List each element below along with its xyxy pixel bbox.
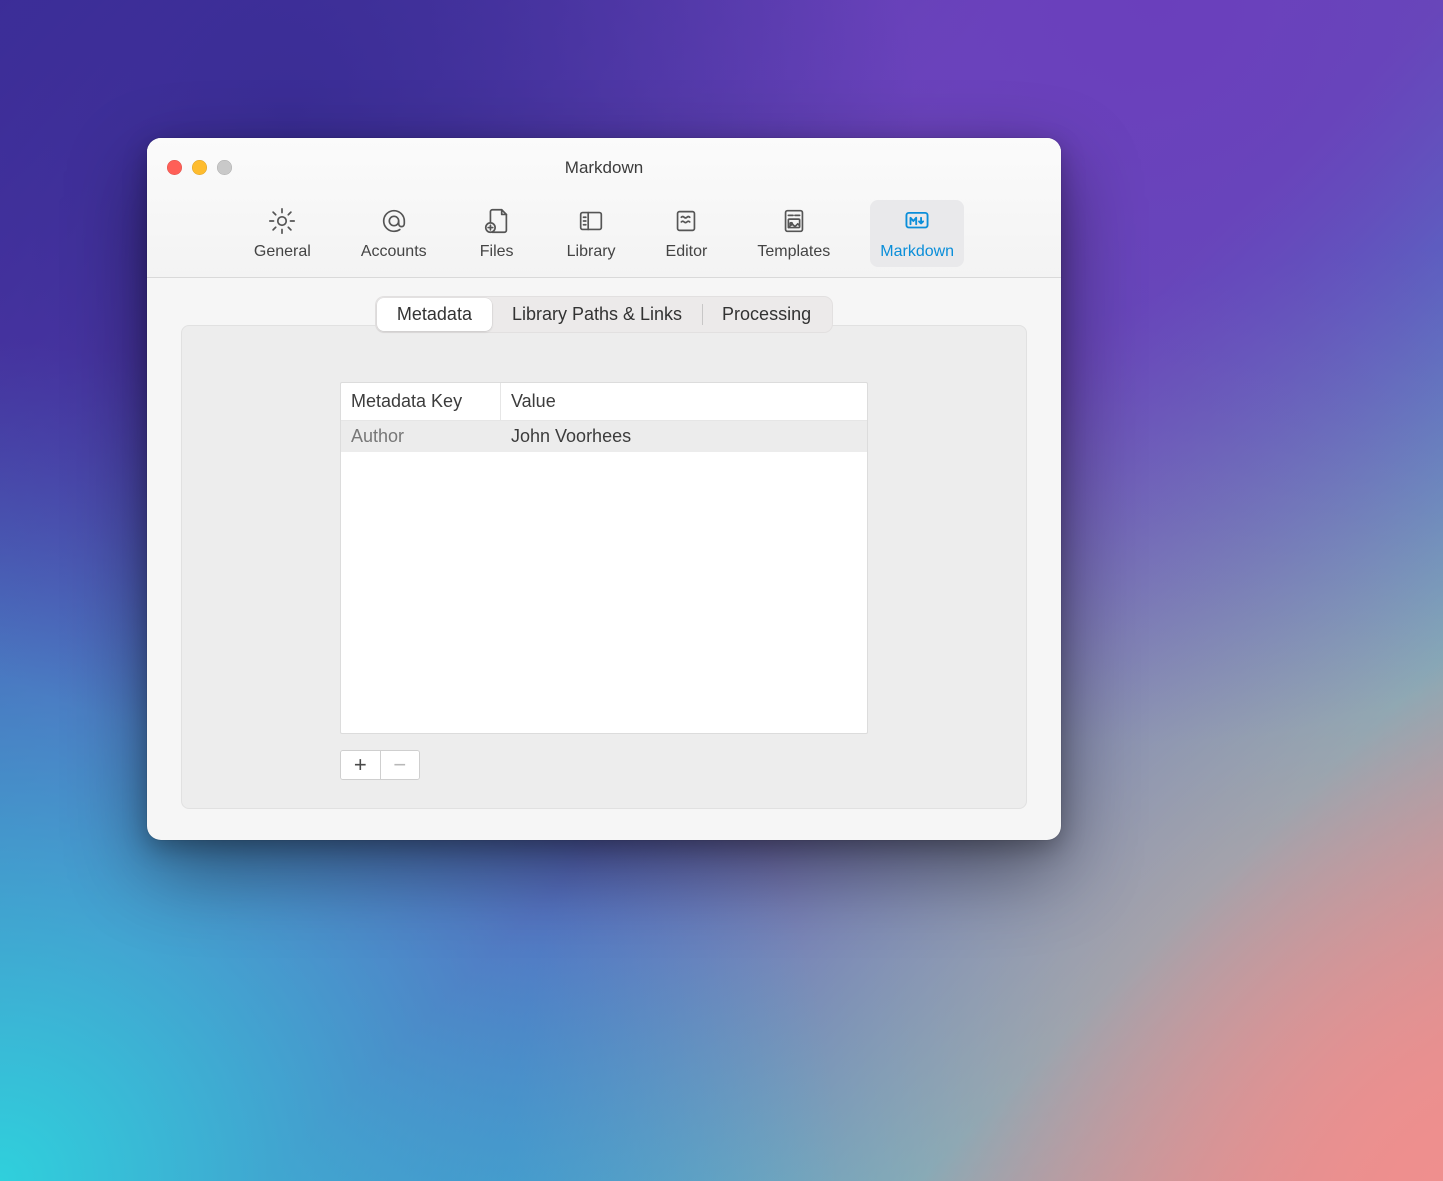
toolbar-tab-templates[interactable]: Templates bbox=[747, 200, 840, 267]
toolbar-tab-files[interactable]: Files bbox=[467, 200, 527, 267]
preferences-window: Markdown General Accounts bbox=[147, 138, 1061, 840]
gear-icon bbox=[267, 206, 297, 236]
remove-row-button[interactable]: − bbox=[380, 751, 420, 779]
column-header-value[interactable]: Value bbox=[501, 383, 867, 420]
toolbar-tab-editor[interactable]: Editor bbox=[656, 200, 718, 267]
toolbar-tab-label: General bbox=[254, 243, 311, 261]
titlebar: Markdown General Accounts bbox=[147, 138, 1061, 278]
desktop-background: Markdown General Accounts bbox=[0, 0, 1443, 1181]
add-row-button[interactable]: + bbox=[341, 751, 380, 779]
file-plus-icon bbox=[482, 206, 512, 236]
table-empty-area[interactable] bbox=[341, 452, 867, 733]
metadata-panel: Metadata Key Value Author John Voorhees … bbox=[181, 325, 1027, 809]
sidebar-icon bbox=[576, 206, 606, 236]
template-icon bbox=[779, 206, 809, 236]
toolbar-tab-label: Library bbox=[567, 243, 616, 261]
subtab-label: Processing bbox=[722, 304, 811, 324]
subtab-label: Metadata bbox=[397, 304, 472, 324]
metadata-table[interactable]: Metadata Key Value Author John Voorhees bbox=[340, 382, 868, 734]
toolbar-tab-accounts[interactable]: Accounts bbox=[351, 200, 437, 267]
subtab-metadata[interactable]: Metadata bbox=[377, 298, 492, 331]
row-button-group: + − bbox=[340, 750, 420, 780]
toolbar-tab-library[interactable]: Library bbox=[557, 200, 626, 267]
subtab-label: Library Paths & Links bbox=[512, 304, 682, 324]
content-area: Metadata Library Paths & Links Processin… bbox=[147, 278, 1061, 840]
subtab-segmented-control: Metadata Library Paths & Links Processin… bbox=[375, 296, 833, 333]
table-header: Metadata Key Value bbox=[341, 383, 867, 421]
preferences-toolbar: General Accounts Files bbox=[147, 200, 1061, 267]
cell-key[interactable]: Author bbox=[341, 421, 501, 452]
toolbar-tab-label: Editor bbox=[666, 243, 708, 261]
toolbar-tab-label: Markdown bbox=[880, 243, 954, 261]
window-title: Markdown bbox=[147, 158, 1061, 178]
toolbar-tab-label: Files bbox=[480, 243, 514, 261]
toolbar-tab-markdown[interactable]: Markdown bbox=[870, 200, 964, 267]
at-icon bbox=[379, 206, 409, 236]
editor-lines-icon bbox=[671, 206, 701, 236]
subtab-processing[interactable]: Processing bbox=[702, 298, 831, 331]
table-row[interactable]: Author John Voorhees bbox=[341, 421, 867, 452]
toolbar-tab-general[interactable]: General bbox=[244, 200, 321, 267]
markdown-icon bbox=[902, 206, 932, 236]
toolbar-tab-label: Accounts bbox=[361, 243, 427, 261]
column-header-key[interactable]: Metadata Key bbox=[341, 383, 501, 420]
subtab-paths[interactable]: Library Paths & Links bbox=[492, 298, 702, 331]
toolbar-tab-label: Templates bbox=[757, 243, 830, 261]
cell-value[interactable]: John Voorhees bbox=[501, 421, 867, 452]
